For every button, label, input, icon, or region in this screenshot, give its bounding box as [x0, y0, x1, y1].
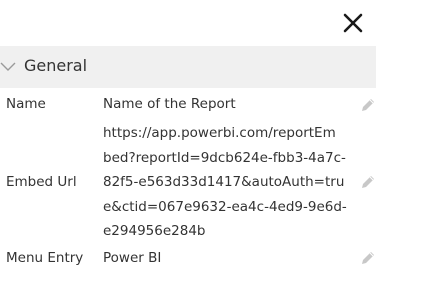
- property-value-embed-url-line: 82f5-e563d33d1417&autoAuth=tru: [103, 174, 345, 190]
- property-value-name: Name of the Report: [103, 96, 236, 112]
- close-icon[interactable]: [342, 12, 364, 34]
- chevron-down-icon[interactable]: [0, 58, 16, 74]
- edit-embed-url-button[interactable]: [360, 174, 376, 190]
- property-label-name: Name: [6, 96, 46, 112]
- close-button[interactable]: [342, 12, 364, 34]
- pencil-icon[interactable]: [360, 97, 376, 113]
- edit-menu-entry-button[interactable]: [360, 250, 376, 266]
- property-value-embed-url-line: https://app.powerbi.com/reportEm: [103, 125, 336, 141]
- property-label-embed-url: Embed Url: [6, 174, 77, 190]
- property-value-embed-url-line: e&ctid=067e9632-ea4c-4ed9-9e6d-: [103, 198, 347, 215]
- section-title: General: [24, 56, 88, 75]
- pencil-icon[interactable]: [360, 174, 376, 190]
- property-value-menu-entry: Power BI: [103, 250, 162, 266]
- property-value-embed-url-line: e294956e284b: [103, 223, 206, 239]
- section-header-general[interactable]: General: [0, 46, 376, 88]
- property-label-menu-entry: Menu Entry: [6, 250, 84, 266]
- pencil-icon[interactable]: [360, 250, 376, 266]
- property-value-embed-url-line: bed?reportId=9dcb624e-fbb3-4a7c-: [103, 149, 346, 166]
- edit-name-button[interactable]: [360, 97, 376, 113]
